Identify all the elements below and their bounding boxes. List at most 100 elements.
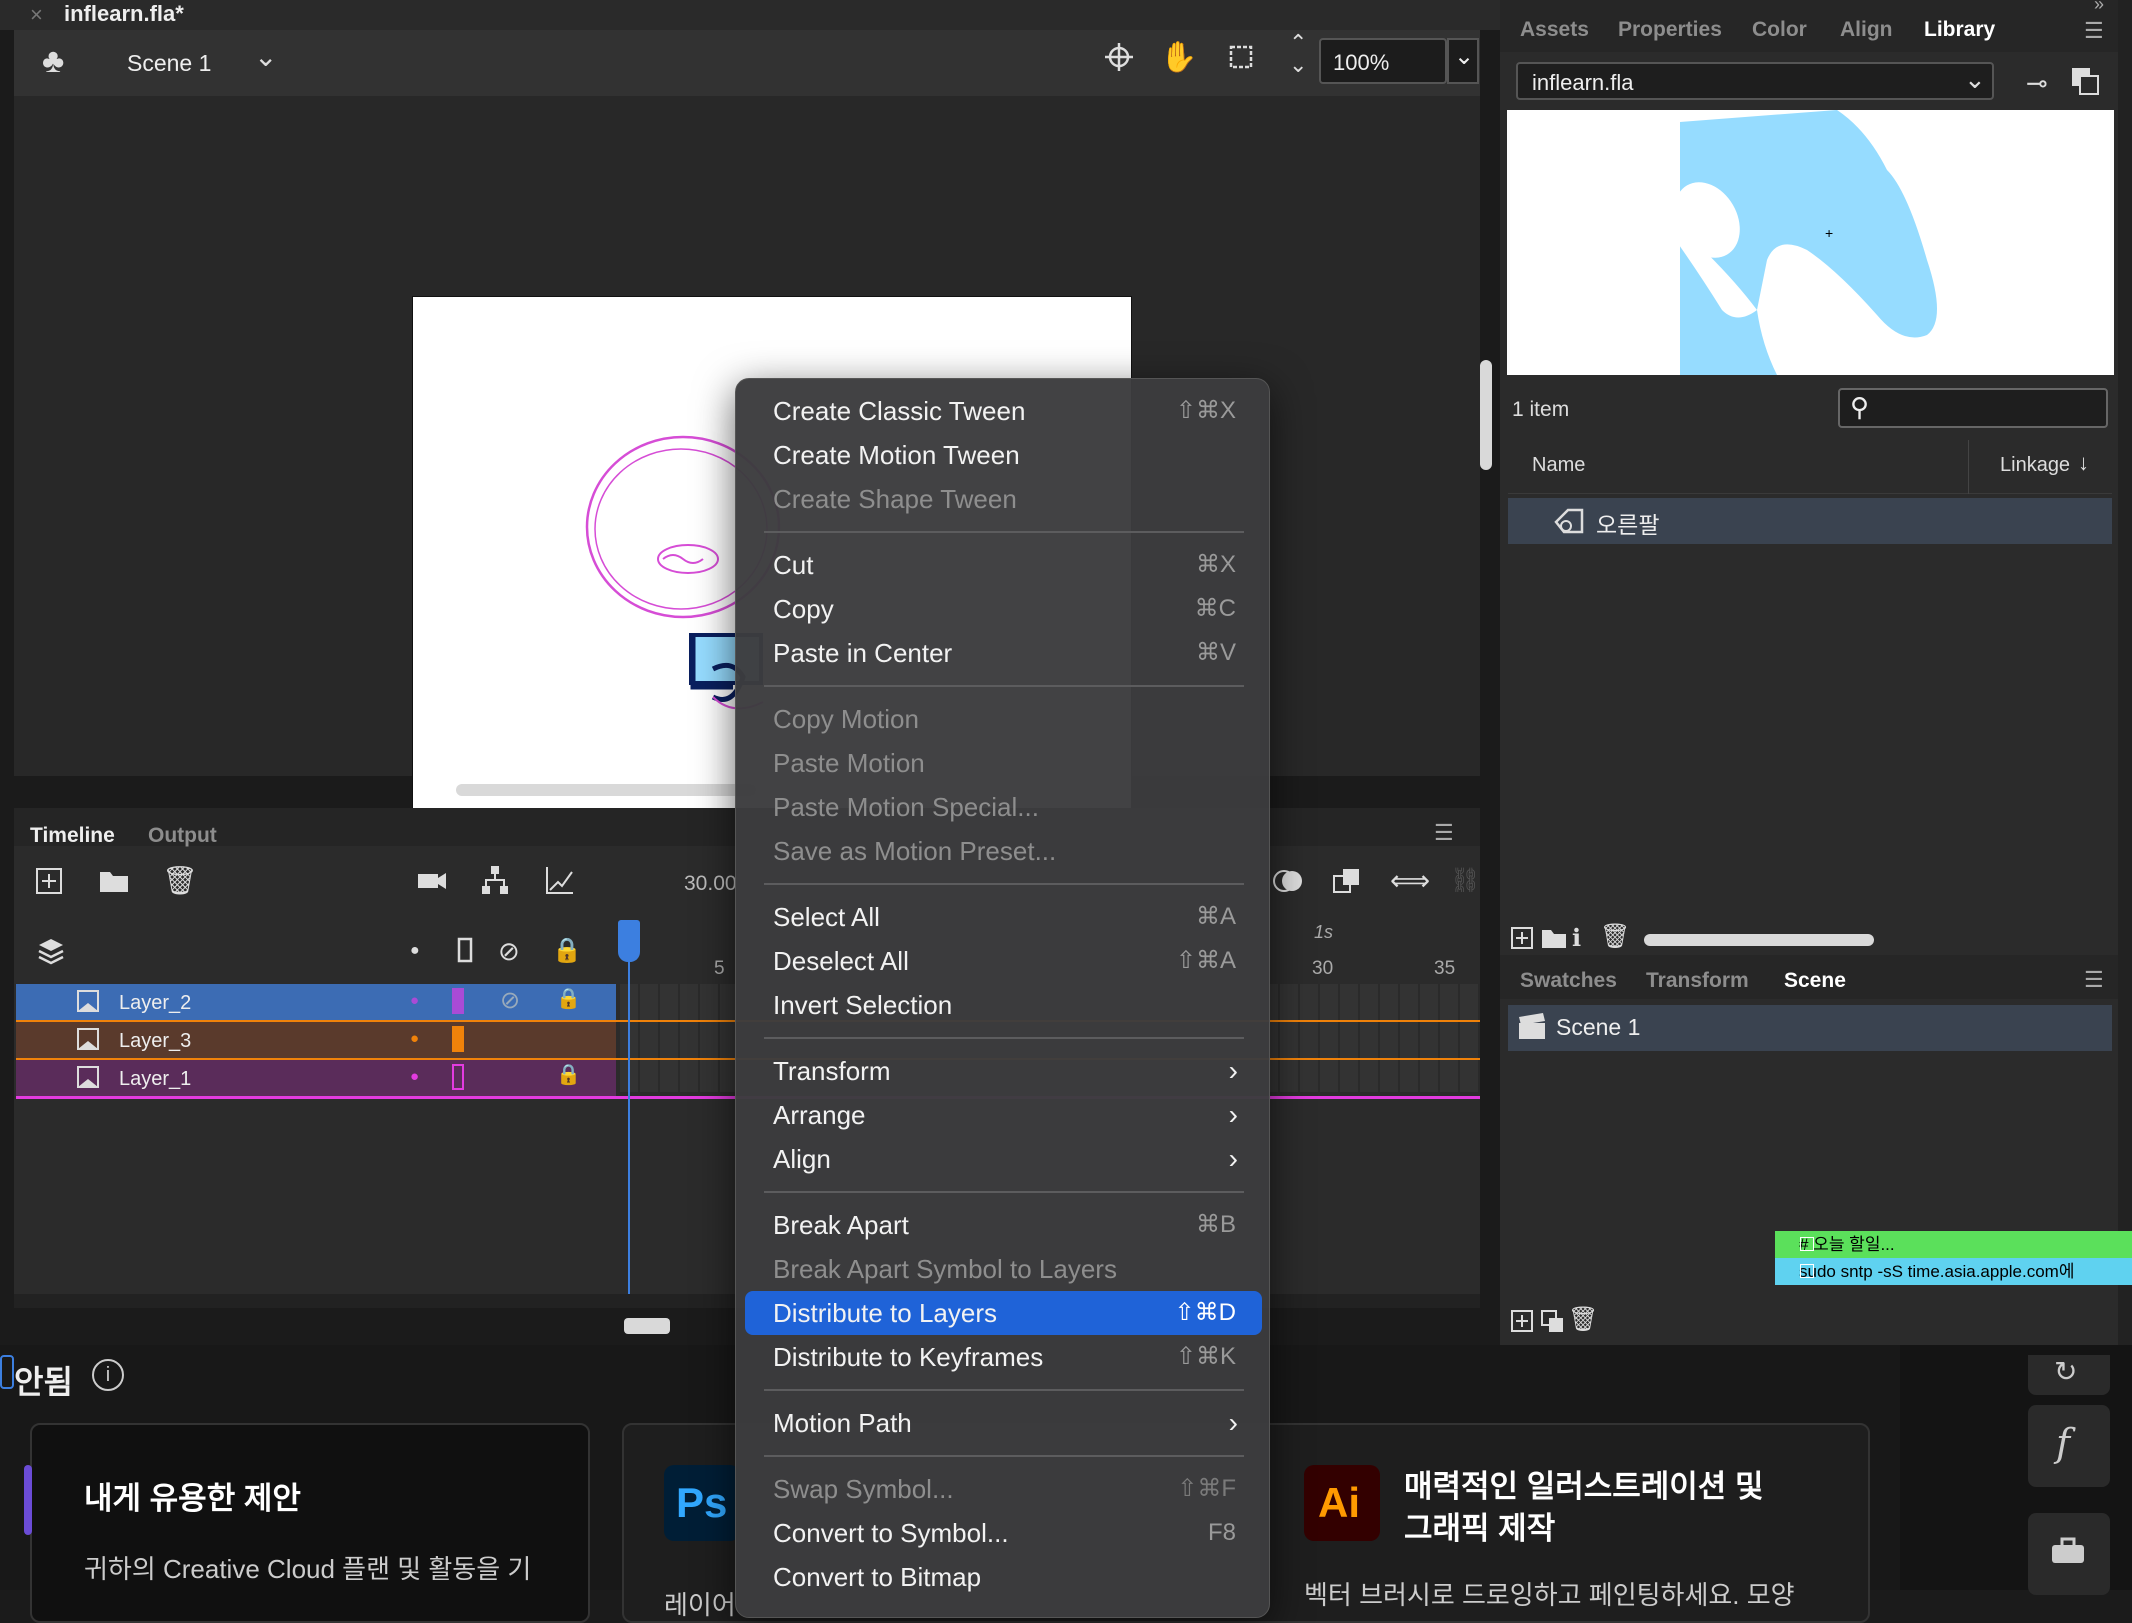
sort-arrow-icon[interactable]: ↓ [2078, 450, 2089, 476]
tab-timeline[interactable]: Timeline [30, 824, 115, 848]
duplicate-scene-icon[interactable] [1540, 1309, 1566, 1335]
menu-item-break-apart[interactable]: Break Apart ⌘B [745, 1203, 1262, 1247]
menu-item-paste-in-center[interactable]: Paste in Center ⌘V [745, 631, 1262, 675]
layer-name[interactable]: Layer_3 [119, 1030, 191, 1053]
layer-dot[interactable]: ● [410, 1068, 419, 1085]
tab-assets[interactable]: Assets [1520, 18, 1589, 42]
menu-item-distribute-to-layers[interactable]: Distribute to Layers ⇧⌘D [745, 1291, 1262, 1335]
new-folder-icon[interactable] [98, 866, 130, 896]
layer-row[interactable]: Layer_3 ● [16, 1022, 616, 1058]
new-library-panel-icon[interactable] [2070, 66, 2100, 96]
scene-selector-label[interactable]: Scene 1 [127, 50, 211, 77]
tab-swatches[interactable]: Swatches [1520, 969, 1617, 993]
menu-item-distribute-to-keyframes[interactable]: Distribute to Keyframes ⇧⌘K [745, 1335, 1262, 1379]
layer-outline-color[interactable] [452, 1026, 464, 1052]
hide-all-icon[interactable]: ⊘ [498, 936, 520, 967]
loop-icon[interactable]: ⟺ [1390, 864, 1430, 897]
info-icon[interactable]: i [92, 1359, 124, 1391]
pin-icon[interactable]: ⊸ [2026, 68, 2048, 99]
center-stage-icon[interactable] [1104, 42, 1134, 72]
close-tab-icon[interactable]: × [30, 2, 43, 28]
menu-item-arrange[interactable]: Arrange › [745, 1093, 1262, 1137]
menu-item-copy[interactable]: Copy ⌘C [745, 587, 1262, 631]
cc-card-suggestions[interactable]: 내게 유용한 제안 귀하의 Creative Cloud 플랜 및 활동을 기 [24, 1423, 590, 1623]
properties-info-icon[interactable]: ℹ [1572, 924, 1581, 953]
timeline-scrollbar[interactable] [624, 1318, 670, 1334]
scene-list-item[interactable]: Scene 1 [1508, 1005, 2112, 1051]
document-tab-title[interactable]: inflearn.fla* [64, 1, 184, 27]
hand-tool-icon[interactable]: ✋ [1160, 40, 1197, 75]
lock-layer-icon[interactable]: 🔒 [556, 1062, 581, 1087]
chevron-down-icon[interactable]: ⌄ [254, 40, 277, 73]
playhead-handle[interactable] [618, 920, 640, 962]
menu-item-deselect-all[interactable]: Deselect All ⇧⌘A [745, 939, 1262, 983]
layer-row[interactable]: Layer_1 ● 🔒 [16, 1060, 616, 1096]
layer-outline-color[interactable] [452, 1064, 464, 1090]
panel-menu-icon[interactable]: ☰ [2084, 967, 2104, 993]
tab-properties[interactable]: Properties [1618, 18, 1722, 42]
clip-stage-icon[interactable] [1226, 42, 1256, 72]
camera-icon[interactable] [416, 866, 448, 896]
menu-item-create-classic-tween[interactable]: Create Classic Tween ⇧⌘X [745, 389, 1262, 433]
outline-toggle-icon[interactable] [456, 936, 474, 964]
layer-name[interactable]: Layer_1 [119, 1068, 191, 1091]
new-layer-icon[interactable] [34, 866, 64, 896]
library-item-row[interactable]: 오른팔 [1508, 498, 2112, 544]
menu-item-convert-to-symbol[interactable]: Convert to Symbol... F8 [745, 1511, 1262, 1555]
rail-button-fonts[interactable]: f [2028, 1405, 2110, 1487]
add-scene-icon[interactable] [1510, 1309, 1534, 1333]
layer-outline-color[interactable] [452, 988, 464, 1014]
onion-skin-icon[interactable] [1272, 866, 1306, 896]
menu-item-create-motion-tween[interactable]: Create Motion Tween [745, 433, 1262, 477]
menu-item-transform[interactable]: Transform › [745, 1049, 1262, 1093]
column-linkage[interactable]: Linkage [2000, 454, 2070, 477]
column-name[interactable]: Name [1532, 454, 1585, 477]
library-file-select[interactable]: inflearn.fla ⌄ [1516, 62, 1994, 100]
lock-layer-icon[interactable]: 🔒 [556, 986, 581, 1011]
new-folder-icon[interactable] [1540, 926, 1568, 950]
layer-row[interactable]: Layer_2 ● ⊘ 🔒 [16, 984, 616, 1020]
delete-scene-icon[interactable]: 🗑 [1568, 1305, 1598, 1334]
tab-align[interactable]: Align [1840, 18, 1893, 42]
show-all-dot-icon[interactable]: ● [410, 942, 420, 960]
rail-button-market[interactable] [2028, 1513, 2110, 1595]
zoom-dropdown[interactable]: ⌄ [1447, 38, 1479, 84]
new-symbol-icon[interactable] [1510, 926, 1534, 950]
photoshop-app-icon[interactable]: Ps [664, 1465, 740, 1541]
library-search-input[interactable]: ⚲ [1838, 388, 2108, 428]
hide-layer-icon[interactable]: ⊘ [500, 986, 520, 1015]
tab-output[interactable]: Output [148, 824, 217, 848]
layer-dot[interactable]: ● [410, 992, 419, 1009]
menu-item-cut[interactable]: Cut ⌘X [745, 543, 1262, 587]
layer-name[interactable]: Layer_2 [119, 992, 191, 1015]
fps-readout[interactable]: 30.00 [684, 872, 737, 896]
stage-horizontal-scrollbar[interactable] [456, 784, 756, 796]
graph-editor-icon[interactable] [544, 864, 574, 896]
menu-item-motion-path[interactable]: Motion Path › [745, 1401, 1262, 1445]
sticky-note-todo[interactable]: # 오늘 할일... [1775, 1231, 2132, 1258]
menu-item-convert-to-bitmap[interactable]: Convert to Bitmap [745, 1555, 1262, 1599]
zoom-input[interactable]: 100% [1319, 38, 1447, 84]
layer-parenting-icon[interactable] [480, 864, 510, 896]
tab-transform[interactable]: Transform [1646, 969, 1749, 993]
lock-all-icon[interactable]: 🔒 [552, 936, 582, 965]
delete-icon[interactable]: 🗑 [1600, 922, 1630, 951]
menu-item-select-all[interactable]: Select All ⌘A [745, 895, 1262, 939]
checkbox-icon[interactable] [1800, 1237, 1814, 1251]
stage-vertical-scrollbar[interactable] [1480, 360, 1492, 470]
zoom-stepper-icon[interactable]: ⌃ ⌄ [1289, 32, 1307, 76]
tab-library[interactable]: Library [1924, 18, 1995, 42]
tab-scene[interactable]: Scene [1784, 969, 1846, 993]
collapse-icon[interactable]: » [2094, 0, 2104, 15]
edit-multiple-frames-icon[interactable] [1332, 866, 1362, 896]
rail-button-refresh[interactable]: ↻ [2028, 1355, 2110, 1395]
panel-menu-icon[interactable]: ☰ [2084, 18, 2104, 44]
checkbox-icon[interactable] [1800, 1264, 1814, 1278]
layer-dot[interactable]: ● [410, 1030, 419, 1047]
menu-item-invert-selection[interactable]: Invert Selection [745, 983, 1262, 1027]
delete-layer-icon[interactable]: 🗑 [162, 864, 198, 897]
library-scrollbar[interactable] [1644, 934, 1874, 946]
menu-item-align[interactable]: Align › [745, 1137, 1262, 1181]
panel-menu-icon[interactable]: ☰ [1434, 820, 1454, 846]
illustrator-app-icon[interactable]: Ai [1304, 1465, 1380, 1541]
